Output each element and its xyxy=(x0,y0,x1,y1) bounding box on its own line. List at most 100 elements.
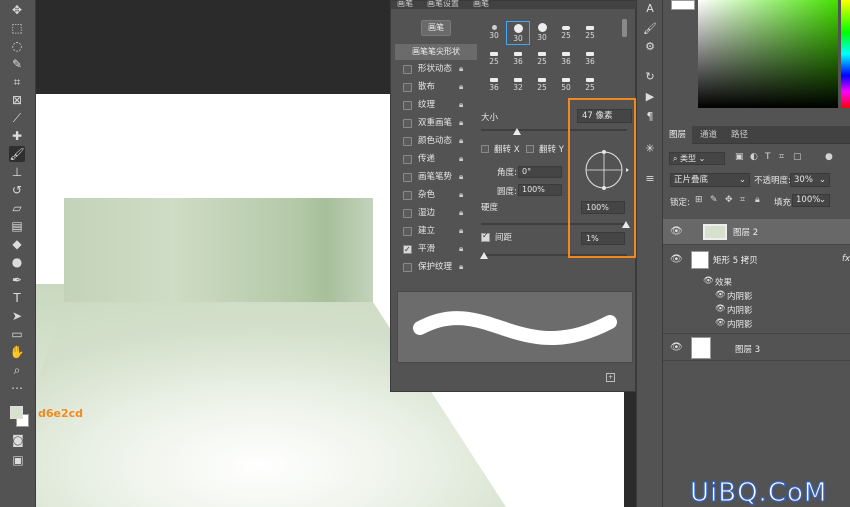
brush-preset[interactable]: 30 xyxy=(482,21,506,45)
color-picker-field[interactable] xyxy=(698,0,838,108)
tab-layers[interactable]: 图层 xyxy=(663,126,693,144)
history-brush-tool-icon[interactable]: ↺ xyxy=(9,182,25,198)
filter-shape-icon[interactable]: ⌗ xyxy=(779,152,784,162)
checkbox[interactable] xyxy=(403,101,412,110)
gradient-tool-icon[interactable]: ▤ xyxy=(9,218,25,234)
effect-eye-icon[interactable]: 👁 xyxy=(715,318,726,328)
brush-preset[interactable]: 32 xyxy=(506,73,530,97)
brush-preset[interactable]: 25 xyxy=(578,73,602,97)
crop-tool-icon[interactable]: ⌗ xyxy=(9,74,25,90)
more-tools-icon[interactable]: ⋯ xyxy=(9,380,25,396)
option-texture[interactable]: 纹理 🔒︎ xyxy=(403,98,483,112)
brush-preset[interactable]: 50 xyxy=(554,73,578,97)
option-dual-brush[interactable]: 双重画笔 🔒︎ xyxy=(403,116,483,130)
foreground-color-swatch[interactable] xyxy=(10,406,23,419)
lock-paint-icon[interactable]: ✎ xyxy=(710,195,718,205)
eyedropper-tool-icon[interactable]: ⟋ xyxy=(9,110,25,126)
checkbox[interactable] xyxy=(403,83,412,92)
flip-x-checkbox[interactable]: 翻转 X xyxy=(481,143,520,155)
layer-row-selected[interactable]: 👁 图层 2 xyxy=(663,219,850,245)
layer-row[interactable]: 👁 矩形 5 拷贝 fx xyxy=(663,247,850,273)
healing-brush-tool-icon[interactable]: ✚ xyxy=(9,128,25,144)
type-tool-icon[interactable]: T xyxy=(9,290,25,306)
option-shape-dynamics[interactable]: 形状动态 🔒︎ xyxy=(403,62,483,76)
lock-position-icon[interactable]: ✥ xyxy=(725,195,733,205)
spacing-slider-handle[interactable] xyxy=(480,252,488,259)
filter-pixel-icon[interactable]: ▣ xyxy=(735,152,744,162)
adjustments-icon[interactable]: ⚙ xyxy=(643,40,657,54)
checkbox-checked[interactable] xyxy=(403,243,412,257)
color-preview-swatch[interactable] xyxy=(671,0,695,10)
angle-input[interactable]: 0° xyxy=(518,166,562,178)
option-scattering[interactable]: 散布 🔒︎ xyxy=(403,80,483,94)
frame-tool-icon[interactable]: ⊠ xyxy=(9,92,25,108)
checkbox[interactable] xyxy=(481,145,489,153)
checkbox[interactable] xyxy=(403,191,412,200)
option-transfer[interactable]: 传递 🔒︎ xyxy=(403,152,483,166)
move-tool-icon[interactable]: ✥ xyxy=(9,2,25,18)
brush-preset[interactable]: 36 xyxy=(554,47,578,71)
paragraph-icon[interactable]: ¶ xyxy=(643,110,657,124)
lock-artboard-icon[interactable]: ⌗ xyxy=(740,195,745,205)
brush-preset[interactable]: 25 xyxy=(530,73,554,97)
lasso-tool-icon[interactable]: ◌ xyxy=(9,38,25,54)
brush-preset[interactable]: 36 xyxy=(482,73,506,97)
effects-eye-icon[interactable]: 👁 xyxy=(703,276,714,286)
option-smoothing[interactable]: 平滑 🔒︎ xyxy=(403,242,483,257)
brush-preset[interactable]: 25 xyxy=(578,21,602,45)
brush-preset[interactable]: 25 xyxy=(554,21,578,45)
spacing-checkbox[interactable] xyxy=(481,231,490,242)
hue-slider[interactable] xyxy=(841,0,850,108)
properties-sliders-icon[interactable]: ≡ xyxy=(643,172,657,186)
brush-preset[interactable]: 25 xyxy=(530,47,554,71)
checkbox[interactable] xyxy=(403,155,412,164)
layer-filter-select[interactable]: ⌕ 类型 ⌄ xyxy=(669,152,725,165)
tab-paths[interactable]: 路径 xyxy=(725,126,754,144)
eraser-tool-icon[interactable]: ▱ xyxy=(9,200,25,216)
option-noise[interactable]: 杂色 🔒︎ xyxy=(403,188,483,202)
option-brush-pose[interactable]: 画笔笔势 🔒︎ xyxy=(403,170,483,184)
marquee-tool-icon[interactable]: ⬚ xyxy=(9,20,25,36)
clone-stamp-tool-icon[interactable]: ⊥ xyxy=(9,164,25,180)
opacity-input[interactable]: 30% ⌄ xyxy=(790,173,830,187)
checkbox[interactable] xyxy=(403,65,412,74)
brush-preset[interactable]: 30 xyxy=(530,21,554,45)
brush-preset[interactable]: 25 xyxy=(482,47,506,71)
roundness-input[interactable]: 100% xyxy=(518,184,562,196)
size-slider-handle[interactable] xyxy=(513,128,521,135)
checkbox[interactable] xyxy=(403,137,412,146)
checkbox[interactable] xyxy=(403,227,412,236)
option-wet-edges[interactable]: 湿边 🔒︎ xyxy=(403,206,483,220)
tab-brushes[interactable]: 画笔 xyxy=(397,0,413,9)
brush-tool-icon[interactable]: 🖌 xyxy=(9,146,25,162)
brush-preset[interactable]: 36 xyxy=(506,47,530,71)
lock-transparent-icon[interactable]: ⊞ xyxy=(695,195,703,205)
brushes-button[interactable]: 画笔 xyxy=(421,20,451,36)
path-select-tool-icon[interactable]: ➤ xyxy=(9,308,25,324)
history-icon[interactable]: ↻ xyxy=(643,70,657,84)
brush-settings-icon[interactable]: 🖌 xyxy=(643,22,657,36)
brush-preset[interactable]: 36 xyxy=(578,47,602,71)
new-brush-icon[interactable]: + xyxy=(606,373,615,382)
option-color-dynamics[interactable]: 颜色动态 🔒︎ xyxy=(403,134,483,148)
actions-play-icon[interactable]: ▶ xyxy=(643,90,657,104)
tab-brush[interactable]: 画笔 xyxy=(473,0,489,9)
blur-tool-icon[interactable]: ◆ xyxy=(9,236,25,252)
flip-y-checkbox[interactable]: 翻转 Y xyxy=(526,143,564,155)
zoom-tool-icon[interactable]: ⌕ xyxy=(9,362,25,378)
filter-smart-object-icon[interactable]: ▢ xyxy=(793,152,802,162)
visibility-eye-icon[interactable]: 👁 xyxy=(670,226,683,237)
hand-tool-icon[interactable]: ✋ xyxy=(9,344,25,360)
filter-type-icon[interactable]: T xyxy=(765,152,771,162)
brush-tip-shape-header[interactable]: 画笔笔尖形状 xyxy=(395,44,477,60)
quick-mask-icon[interactable]: ◙ xyxy=(10,432,26,448)
checkbox[interactable] xyxy=(403,119,412,128)
option-protect-texture[interactable]: 保护纹理 🔒︎ xyxy=(403,260,483,274)
light-burst-icon[interactable]: ✳ xyxy=(643,142,657,156)
rectangle-tool-icon[interactable]: ▭ xyxy=(9,326,25,342)
presets-scrollbar[interactable] xyxy=(622,19,627,37)
blend-mode-select[interactable]: 正片叠底 ⌄ xyxy=(670,173,750,187)
checkbox[interactable] xyxy=(526,145,534,153)
tab-brush-settings[interactable]: 画笔设置 xyxy=(427,0,459,9)
option-build-up[interactable]: 建立 🔒︎ xyxy=(403,224,483,238)
